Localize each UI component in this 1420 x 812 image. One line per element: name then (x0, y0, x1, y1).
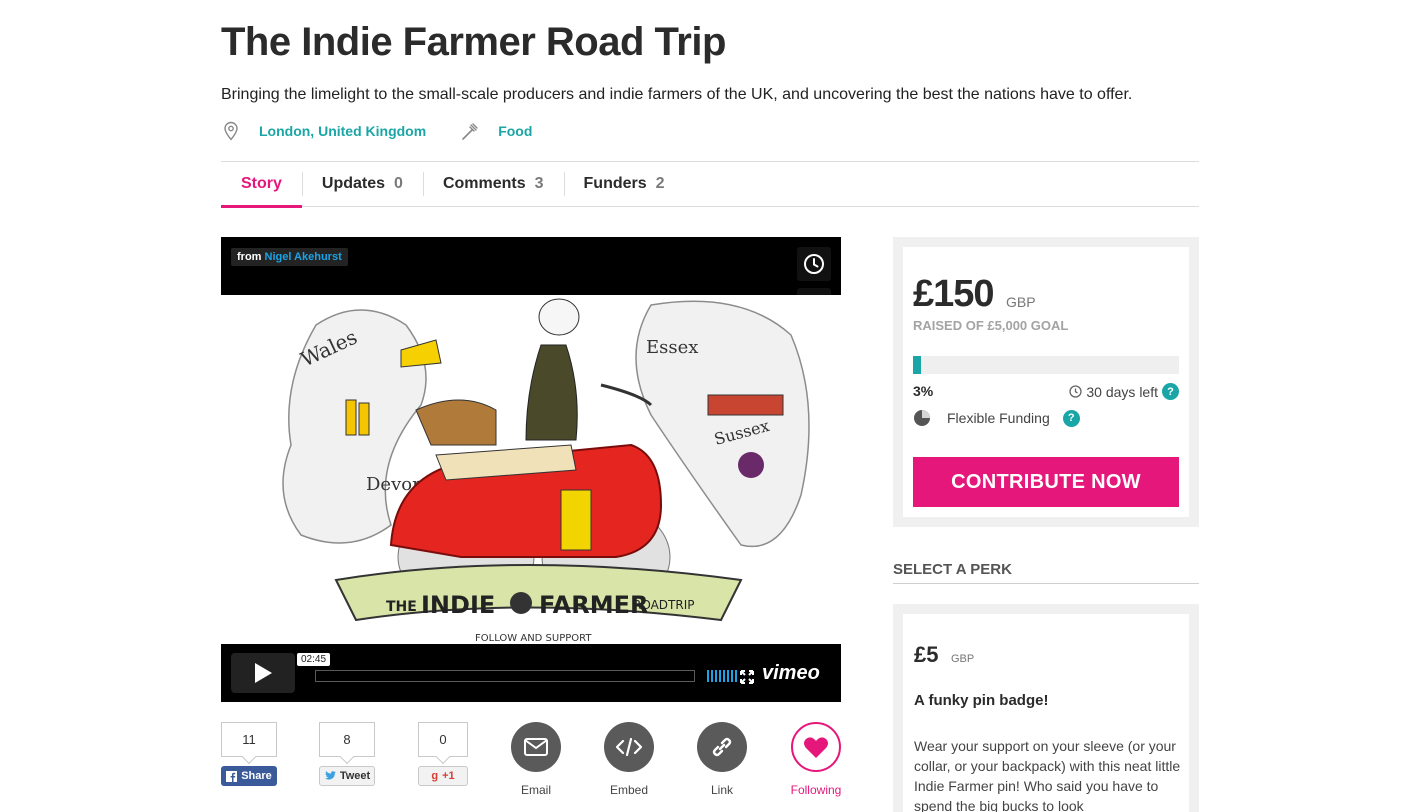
following-button[interactable] (791, 722, 841, 772)
funding-type-label: Flexible Funding (947, 410, 1050, 426)
category-item: Food (460, 121, 532, 141)
video-thumbnail: Wales Essex Sussex Devon THE INDIE FARME… (221, 295, 841, 644)
location-pin-icon (224, 121, 238, 141)
follow-toggle[interactable]: Following (786, 722, 846, 797)
tab-count: 2 (655, 175, 665, 192)
perk-description: Wear your support on your sleeve (or you… (914, 738, 1181, 812)
video-author-tag[interactable]: from Nigel Akehurst (231, 248, 348, 266)
goal-text: RAISED OF £5,000 GOAL (913, 318, 1069, 333)
clock-icon (1069, 385, 1083, 398)
link-label: Link (710, 783, 733, 797)
contribute-now-button[interactable]: CONTRIBUTE NOW (913, 457, 1179, 507)
fork-icon (462, 123, 478, 140)
perk-title: A funky pin badge! (914, 692, 1049, 709)
facebook-share-button[interactable]: Share (221, 766, 277, 786)
gplus-button[interactable]: g +1 (418, 766, 468, 786)
raised-currency: GBP (1006, 294, 1036, 310)
gplus-label: +1 (442, 770, 455, 782)
clock-icon (804, 254, 824, 274)
funding-progress-bar (913, 356, 1179, 374)
funding-progress-fill (913, 356, 921, 374)
tab-count: 3 (534, 175, 544, 192)
banner-roadtrip: ROADTRIP (633, 598, 694, 612)
tab-comments[interactable]: Comments 3 (422, 162, 564, 206)
tab-updates[interactable]: Updates 0 (301, 162, 423, 206)
twitter-bird-icon (324, 771, 336, 780)
project-meta: London, United Kingdom Food (221, 118, 566, 144)
video-player[interactable]: from Nigel Akehurst Wales Essex Sussex D… (221, 237, 841, 702)
art-follow-text: FOLLOW AND SUPPORT (475, 633, 592, 644)
email-share[interactable]: Email (506, 722, 566, 797)
embed-share[interactable]: Embed (599, 722, 659, 797)
twitter-count: 8 (319, 722, 375, 757)
play-button[interactable] (231, 653, 295, 693)
share-bar: 11 Share 8 Tweet 0 g +1 Email Embed Link… (221, 722, 841, 812)
video-controls: 02:45 vimeo (221, 644, 841, 702)
author-link[interactable]: Nigel Akehurst (265, 251, 342, 263)
perk-card[interactable]: £5 GBP A funky pin badge! Wear your supp… (903, 614, 1189, 812)
funding-type-help-icon[interactable]: ? (1062, 409, 1080, 427)
raised-amount: £150 (913, 273, 995, 315)
link-button[interactable] (697, 722, 747, 772)
tweet-label: Tweet (339, 770, 371, 782)
banner-text: THE INDIE FARMER ROADTRIP (386, 591, 694, 619)
video-progress-bar[interactable] (315, 670, 695, 682)
banner-the: THE (386, 599, 417, 615)
tab-funders[interactable]: Funders 2 (563, 162, 685, 206)
days-left: 30 days left ? (1069, 383, 1179, 400)
funded-percent: 3% (913, 383, 934, 399)
volume-control[interactable] (707, 670, 737, 682)
location-item: London, United Kingdom (221, 121, 426, 141)
code-icon (616, 738, 642, 756)
tab-label: Updates (321, 175, 386, 192)
from-label: from (237, 251, 262, 263)
tab-label: Funders (583, 175, 647, 192)
funding-card: £150 GBP RAISED OF £5,000 GOAL 3% 30 day… (903, 247, 1189, 517)
perk-card-container: £5 GBP A funky pin badge! Wear your supp… (893, 604, 1199, 812)
facebook-share: 11 Share (221, 722, 277, 786)
tab-story[interactable]: Story (221, 162, 302, 208)
twitter-share: 8 Tweet (319, 722, 375, 786)
vimeo-logo[interactable]: vimeo (762, 662, 820, 685)
pie-icon (914, 410, 930, 426)
days-left-text: 30 days left (1086, 383, 1158, 400)
funding-box: £150 GBP RAISED OF £5,000 GOAL 3% 30 day… (893, 237, 1199, 527)
play-icon (255, 663, 272, 683)
gplus-share: 0 g +1 (418, 722, 468, 786)
project-tabs: Story Updates 0 Comments 3 Funders 2 (221, 161, 1199, 208)
select-perk-heading: SELECT A PERK (893, 561, 1199, 584)
fullscreen-icon[interactable] (740, 670, 754, 684)
envelope-icon (524, 738, 548, 756)
art-label-essex: Essex (646, 337, 698, 358)
project-subtitle: Bringing the limelight to the small-scal… (221, 86, 1133, 103)
link-icon (712, 737, 732, 757)
watch-later-button[interactable] (797, 247, 831, 281)
gplus-icon: g (431, 770, 439, 782)
gplus-count: 0 (418, 722, 468, 757)
days-help-icon[interactable]: ? (1162, 383, 1179, 400)
tweet-button[interactable]: Tweet (319, 766, 375, 786)
tab-label: Story (241, 175, 282, 192)
email-button[interactable] (511, 722, 561, 772)
tab-count: 0 (394, 175, 403, 192)
facebook-count: 11 (221, 722, 277, 757)
link-share[interactable]: Link (692, 722, 752, 797)
funding-type: Flexible Funding ? (913, 409, 1080, 427)
embed-button[interactable] (604, 722, 654, 772)
location-link[interactable]: London, United Kingdom (259, 123, 426, 139)
embed-label: Embed (609, 783, 649, 797)
following-label: Following (790, 783, 842, 797)
tab-label: Comments (442, 175, 526, 192)
category-link[interactable]: Food (498, 123, 532, 139)
perk-amount: £5 (914, 642, 939, 667)
heart-icon (804, 736, 828, 758)
facebook-icon (226, 770, 238, 782)
email-label: Email (520, 783, 551, 797)
perk-currency: GBP (951, 653, 975, 665)
facebook-share-label: Share (241, 770, 272, 782)
page-title: The Indie Farmer Road Trip (221, 20, 726, 64)
video-time: 02:45 (297, 653, 331, 666)
banner-indie: INDIE (421, 591, 495, 619)
